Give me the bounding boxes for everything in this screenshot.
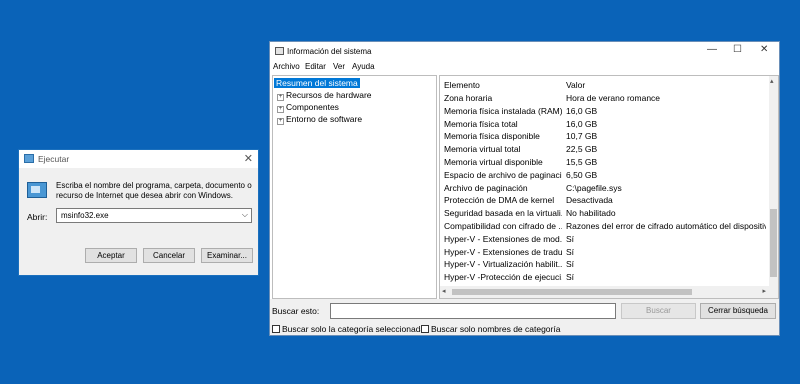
expand-icon[interactable]: + xyxy=(277,106,284,113)
run-description: Escriba el nombre del programa, carpeta,… xyxy=(56,181,252,200)
row-value: Sí xyxy=(566,272,575,283)
checkbox-icon[interactable] xyxy=(272,325,280,333)
open-label: Abrir: xyxy=(27,212,48,222)
run-program-icon xyxy=(27,182,47,198)
close-search-button[interactable]: Cerrar búsqueda xyxy=(700,303,776,319)
checkbox-label: Buscar solo la categoría seleccionada xyxy=(282,324,426,334)
row-item: Hyper-V - Extensiones de tradu... xyxy=(444,246,562,257)
tree-item-label: Componentes xyxy=(286,102,339,112)
menu-ver[interactable]: Ver xyxy=(333,62,345,71)
row-item: Archivo de paginación xyxy=(444,182,528,193)
sysinfo-app-icon xyxy=(275,47,284,55)
row-item: Memoria virtual disponible xyxy=(444,157,543,167)
scroll-left-icon[interactable]: ◂ xyxy=(442,287,446,295)
expand-icon[interactable]: + xyxy=(277,118,284,125)
tree-item-resumen[interactable]: Resumen del sistema xyxy=(274,78,360,89)
minimize-icon[interactable]: — xyxy=(707,44,717,55)
row-value: 6,50 GB xyxy=(566,169,598,180)
tree-item-hardware[interactable]: + Recursos de hardware xyxy=(277,90,372,101)
menu-editar[interactable]: Editar xyxy=(305,62,326,71)
find-label: Buscar esto: xyxy=(272,306,320,316)
row-item: Memoria física disponible xyxy=(444,131,540,142)
vertical-scrollbar[interactable]: ▴ xyxy=(769,76,778,288)
row-value: 16,0 GB xyxy=(566,118,598,129)
row-value: Desactivada xyxy=(566,195,613,206)
row-value: 15,5 GB xyxy=(566,157,598,167)
row-value: No habilitado xyxy=(566,208,616,219)
chevron-down-icon[interactable]: ⌵ xyxy=(242,210,248,220)
row-item: Hyper-V - Virtualización habilit... xyxy=(444,259,562,270)
run-footer: Aceptar Cancelar Examinar... xyxy=(19,238,258,275)
search-button[interactable]: Buscar xyxy=(621,303,696,319)
menu-archivo[interactable]: Archivo xyxy=(273,62,300,71)
system-info-window: Información del sistema — ☐ ✕ Archivo Ed… xyxy=(269,41,780,336)
column-header-elemento[interactable]: Elemento xyxy=(444,79,562,91)
details-list: Elemento Valor Zona horaria Hora de veran… xyxy=(439,75,779,299)
run-app-icon xyxy=(24,154,34,163)
row-value: C:\pagefile.sys xyxy=(566,182,622,193)
scroll-up-icon[interactable]: ▴ xyxy=(770,77,774,85)
close-icon[interactable]: ✕ xyxy=(244,152,253,165)
run-command-value: msinfo32.exe xyxy=(61,211,109,220)
browse-button[interactable]: Examinar... xyxy=(201,248,253,263)
row-item: Memoria física instalada (RAM) xyxy=(444,105,562,116)
scroll-right-icon[interactable]: ▸ xyxy=(762,287,766,295)
close-icon[interactable]: ✕ xyxy=(760,44,768,55)
run-command-input[interactable]: msinfo32.exe ⌵ xyxy=(56,208,252,223)
row-item: Seguridad basada en la virtuali... xyxy=(444,208,562,219)
row-item: Zona horaria xyxy=(444,93,493,103)
row-value: 22,5 GB xyxy=(566,144,598,155)
find-panel: Buscar esto: Buscar Cerrar búsqueda Busc… xyxy=(270,299,779,335)
vertical-scroll-thumb[interactable] xyxy=(770,209,777,277)
run-dialog: Ejecutar ✕ Escriba el nombre del program… xyxy=(18,149,259,276)
find-input[interactable] xyxy=(330,303,616,319)
tree-item-label: Entorno de software xyxy=(286,114,363,124)
menu-bar: Archivo Editar Ver Ayuda xyxy=(270,60,779,74)
run-title: Ejecutar xyxy=(38,154,70,164)
ok-button[interactable]: Aceptar xyxy=(85,248,137,263)
tree-item-label: Recursos de hardware xyxy=(286,90,372,100)
row-value: Sí xyxy=(566,246,575,257)
row-item: Hyper-V - Extensiones de mod... xyxy=(444,233,562,244)
row-value: Sí xyxy=(566,233,575,244)
checkbox-category-names[interactable]: Buscar solo nombres de categoría xyxy=(421,324,560,334)
column-header-valor[interactable]: Valor xyxy=(566,79,766,91)
row-item: Protección de DMA de kernel xyxy=(444,195,555,206)
row-item: Hyper-V -Protección de ejecuci... xyxy=(444,272,562,283)
tree-item-software[interactable]: + Entorno de software xyxy=(277,114,362,125)
row-value: Razones del error de cifrado automático … xyxy=(566,221,766,231)
row-value: 16,0 GB xyxy=(566,105,598,116)
row-item: Memoria virtual total xyxy=(444,144,521,155)
row-value: Hora de verano romance xyxy=(566,93,661,103)
checkbox-selected-category[interactable]: Buscar solo la categoría seleccionada xyxy=(272,324,425,334)
checkbox-icon[interactable] xyxy=(421,325,429,333)
sysinfo-title: Información del sistema xyxy=(287,47,372,56)
maximize-icon[interactable]: ☐ xyxy=(733,44,742,55)
horizontal-scrollbar[interactable]: ◂ ▸ xyxy=(440,286,778,298)
menu-ayuda[interactable]: Ayuda xyxy=(352,62,375,71)
horizontal-scroll-thumb[interactable] xyxy=(452,289,692,295)
checkbox-label: Buscar solo nombres de categoría xyxy=(431,324,561,334)
row-item: Memoria física total xyxy=(444,118,518,129)
sysinfo-titlebar[interactable]: Información del sistema — ☐ ✕ xyxy=(270,42,779,60)
row-item: Compatibilidad con cifrado de ... xyxy=(444,221,562,231)
tree-item-label: Resumen del sistema xyxy=(274,78,360,88)
row-item: Espacio de archivo de paginaci... xyxy=(444,169,562,180)
row-value: Sí xyxy=(566,259,575,270)
category-tree: Resumen del sistema + Recursos de hardwar… xyxy=(272,75,437,299)
run-titlebar[interactable]: Ejecutar ✕ xyxy=(19,150,258,168)
expand-icon[interactable]: + xyxy=(277,94,284,101)
cancel-button[interactable]: Cancelar xyxy=(143,248,195,263)
row-value: 10,7 GB xyxy=(566,131,598,142)
tree-item-componentes[interactable]: + Componentes xyxy=(277,102,339,113)
